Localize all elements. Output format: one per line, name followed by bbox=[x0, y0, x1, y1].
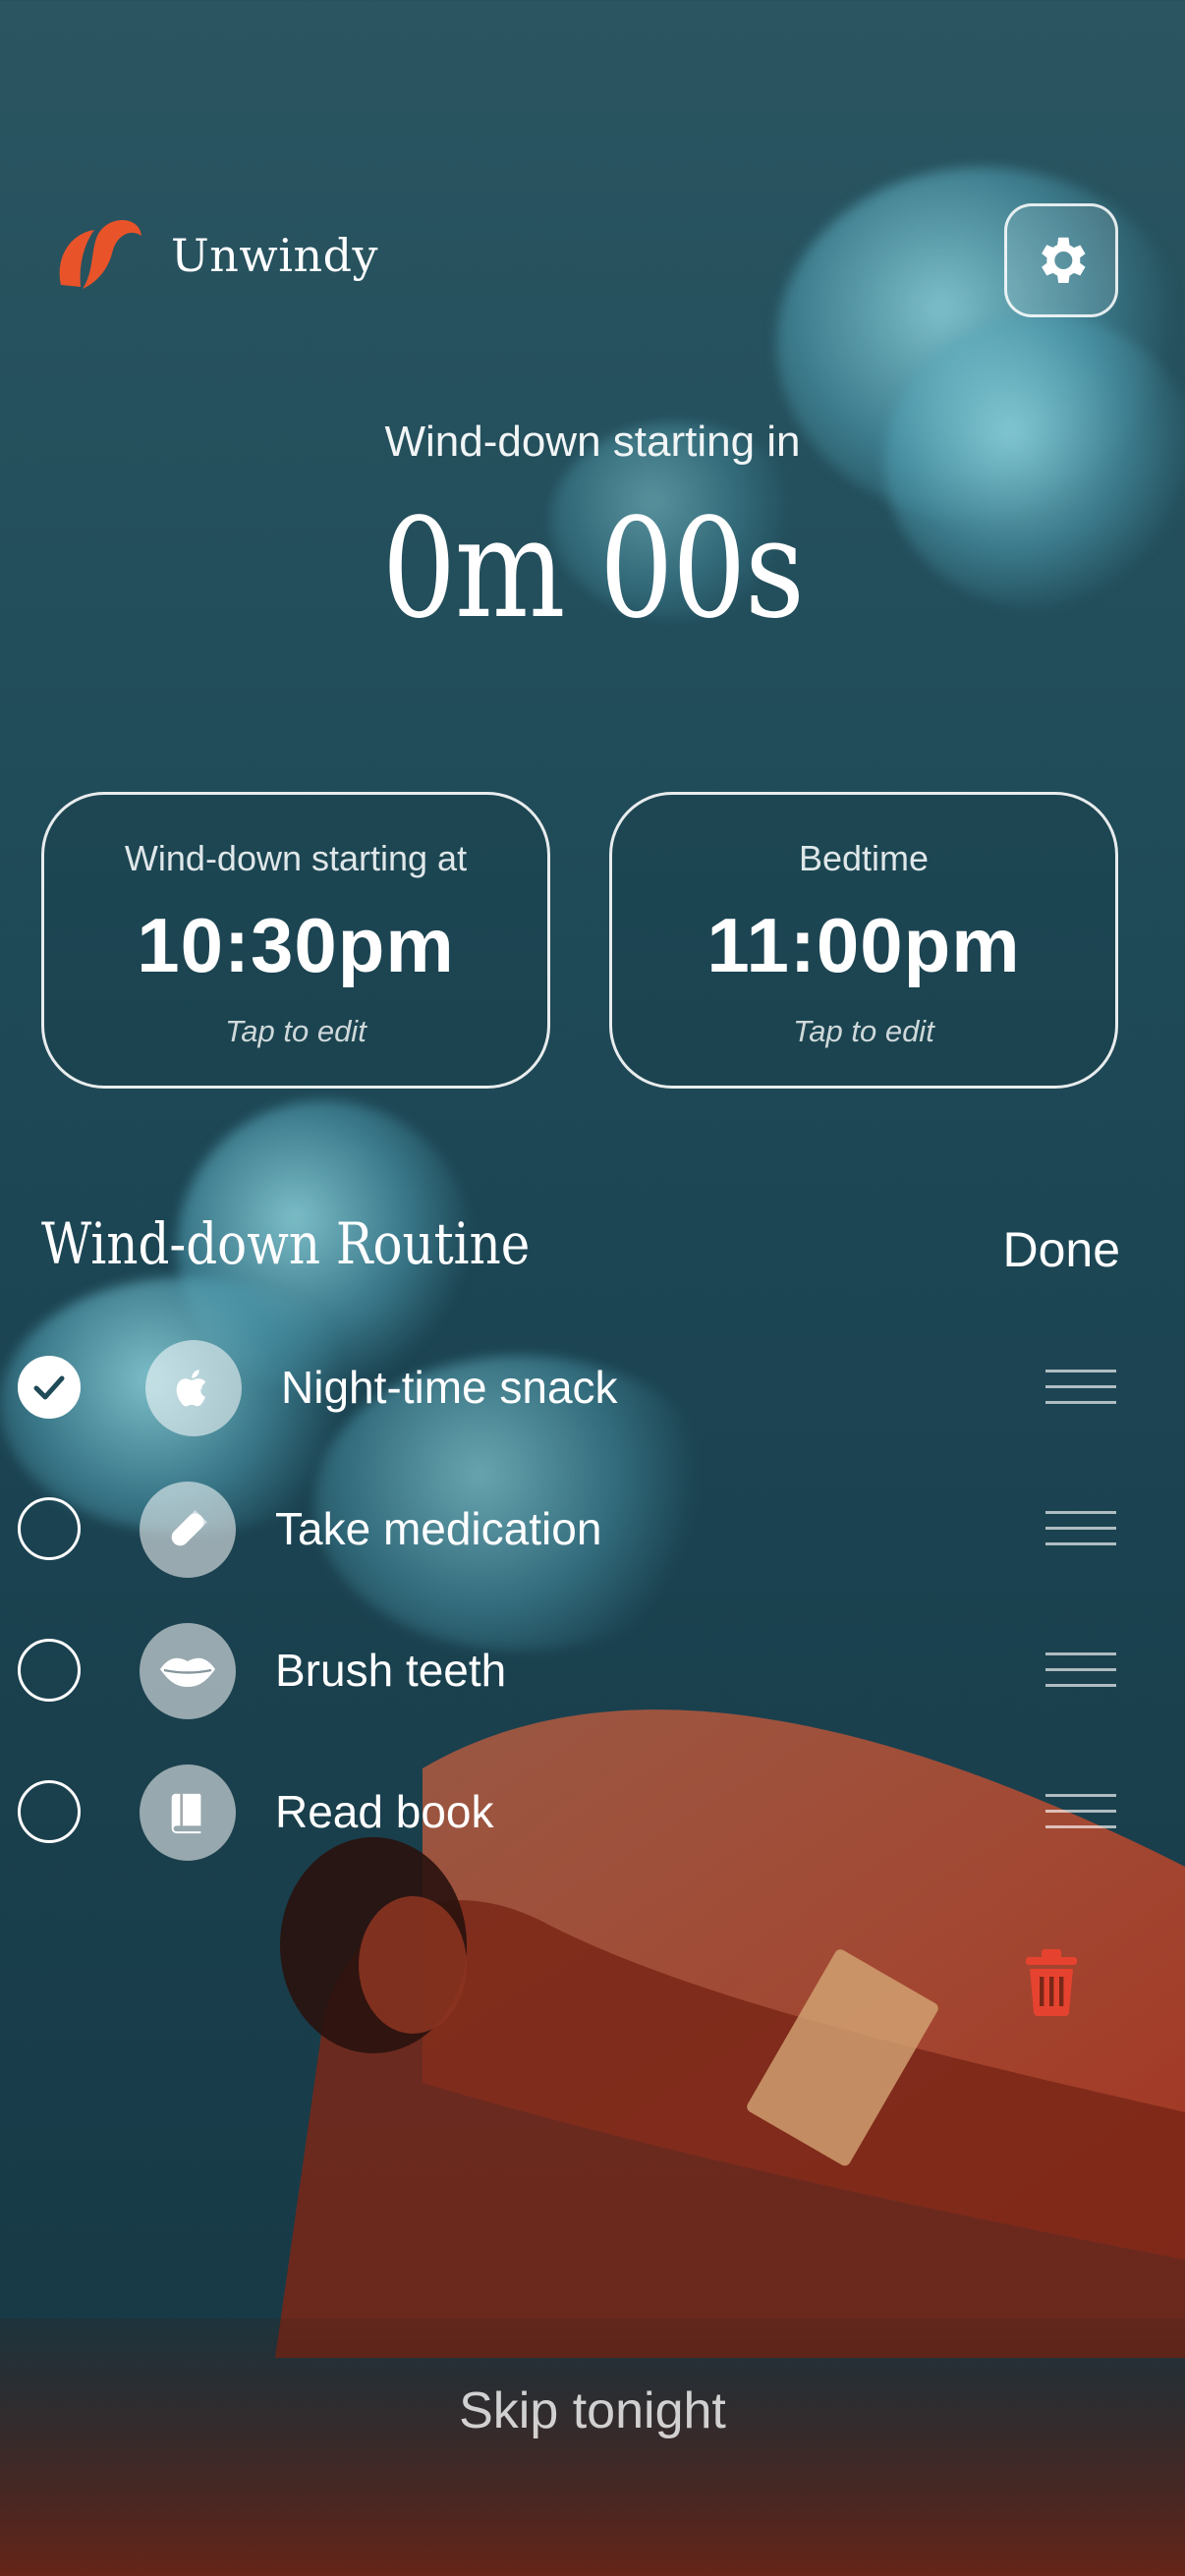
apple-icon bbox=[145, 1340, 242, 1436]
gear-icon bbox=[1042, 237, 1086, 283]
routine-item-read-book: Read book bbox=[0, 1753, 1185, 1871]
routine-title: Wind-down Routine bbox=[41, 1210, 531, 1277]
bedtime-label: Bedtime bbox=[798, 838, 930, 878]
wind-down-edit-hint: Tap to edit bbox=[225, 1014, 367, 1048]
countdown-timer: 0m 00s bbox=[381, 489, 805, 649]
countdown-label: Wind-down starting in bbox=[384, 418, 801, 466]
book-icon bbox=[140, 1764, 236, 1861]
skip-tonight-button[interactable]: Skip tonight bbox=[0, 2381, 1185, 2440]
trash-icon[interactable] bbox=[1022, 1949, 1081, 2016]
routine-item-label: Brush teeth bbox=[275, 1645, 507, 1696]
drag-handle-icon[interactable] bbox=[1045, 1511, 1116, 1548]
drag-handle-icon[interactable] bbox=[1045, 1794, 1116, 1831]
wind-down-time-card[interactable]: Wind-down starting at 10:30pm Tap to edi… bbox=[41, 792, 550, 1089]
routine-item-take-medication: Take medication bbox=[0, 1470, 1185, 1588]
routine-item-label: Night-time snack bbox=[281, 1362, 618, 1413]
done-button[interactable]: Done bbox=[1002, 1221, 1120, 1278]
bedtime-edit-hint: Tap to edit bbox=[793, 1014, 934, 1048]
app-logo: Unwindy bbox=[51, 208, 378, 303]
checkbox-checked[interactable] bbox=[18, 1356, 81, 1419]
background-illustration bbox=[0, 0, 1185, 2576]
routine-item-label: Take medication bbox=[275, 1503, 602, 1554]
drag-handle-icon[interactable] bbox=[1045, 1370, 1116, 1407]
bedtime-card[interactable]: Bedtime 11:00pm Tap to edit bbox=[609, 792, 1118, 1089]
lips-icon bbox=[140, 1623, 236, 1719]
routine-item-brush-teeth: Brush teeth bbox=[0, 1611, 1185, 1729]
checkmark-icon bbox=[33, 1375, 65, 1400]
routine-item-night-time-snack: Night-time snack bbox=[0, 1328, 1185, 1446]
unwindy-logo-icon bbox=[59, 219, 141, 289]
routine-item-label: Read book bbox=[275, 1786, 494, 1837]
checkbox-unchecked[interactable] bbox=[18, 1639, 81, 1702]
checkbox-unchecked[interactable] bbox=[18, 1497, 81, 1560]
drag-handle-icon[interactable] bbox=[1045, 1652, 1116, 1690]
pill-icon bbox=[140, 1482, 236, 1578]
bedtime-value: 11:00pm bbox=[706, 902, 1021, 988]
app-name: Unwindy bbox=[171, 229, 379, 282]
settings-button[interactable] bbox=[1004, 203, 1118, 317]
wind-down-time-value: 10:30pm bbox=[137, 902, 455, 988]
checkbox-unchecked[interactable] bbox=[18, 1780, 81, 1843]
wind-down-time-label: Wind-down starting at bbox=[124, 838, 468, 878]
